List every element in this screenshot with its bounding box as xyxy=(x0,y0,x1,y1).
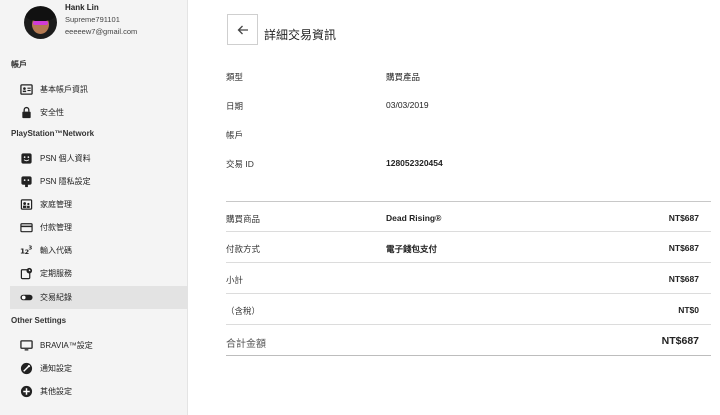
payment-method: 電子錢包支付 xyxy=(386,244,438,254)
toggle-icon xyxy=(20,291,33,304)
profile-online-id: Supreme791101 xyxy=(65,15,120,24)
account-label: 帳戶 xyxy=(226,130,244,140)
sidebar-item-label: 交易紀錄 xyxy=(40,293,72,302)
notification-icon xyxy=(20,362,33,375)
product-label: 購買商品 xyxy=(226,214,261,224)
tax-row: （含稅） NT$0 xyxy=(226,294,711,325)
sidebar-item-label: PSN 隱私設定 xyxy=(40,177,91,186)
sidebar-item-subscriptions[interactable]: 定期服務 xyxy=(10,262,188,285)
sidebar-item-psn-privacy[interactable]: PSN 隱私設定 xyxy=(10,170,188,193)
subtotal-label: 小計 xyxy=(226,275,244,285)
sidebar: Hank Lin Supreme791101 eeeeew7@gmail.com… xyxy=(0,0,188,415)
sidebar-item-label: 通知設定 xyxy=(40,364,72,373)
total-row: 合計金額 NT$687 xyxy=(226,325,711,356)
date-value: 03/03/2019 xyxy=(386,100,429,110)
sidebar-item-label: 定期服務 xyxy=(40,269,72,278)
arrow-left-icon xyxy=(236,23,250,37)
sidebar-item-label: BRAVIA™設定 xyxy=(40,341,93,350)
sidebar-item-label: 輸入代碼 xyxy=(40,246,72,255)
type-label: 類型 xyxy=(226,72,244,82)
payment-row: 付款方式 電子錢包支付 NT$687 xyxy=(226,232,711,263)
section-other: Other Settings xyxy=(11,316,67,325)
subtotal-row: 小計 NT$687 xyxy=(226,263,711,294)
tax-amount: NT$0 xyxy=(678,305,699,315)
tv-icon xyxy=(20,339,33,352)
avatar xyxy=(24,6,57,39)
id-card-icon xyxy=(20,83,33,96)
svg-text:3: 3 xyxy=(28,246,32,252)
section-account: 帳戶 xyxy=(11,60,27,69)
transaction-detail-panel: 詳細交易資訊 類型 購買產品 日期 03/03/2019 帳戶 交易 ID 12… xyxy=(188,0,720,415)
product-row: 購買商品 Dead Rising® NT$687 xyxy=(226,201,711,232)
profile-name: Hank Lin xyxy=(65,3,99,12)
sidebar-item-redeem-code[interactable]: 123 輸入代碼 xyxy=(10,239,188,262)
code-icon: 123 xyxy=(20,244,33,257)
total-amount: NT$687 xyxy=(661,335,699,347)
privacy-icon xyxy=(20,175,33,188)
sidebar-item-label: 付款管理 xyxy=(40,223,72,232)
section-psn: PlayStation™Network xyxy=(11,129,95,138)
page-title: 詳細交易資訊 xyxy=(264,28,337,42)
sidebar-item-family[interactable]: 家庭管理 xyxy=(10,193,188,216)
sidebar-item-notifications[interactable]: 通知設定 xyxy=(10,357,188,380)
transaction-id-value: 128052320454 xyxy=(386,158,443,168)
subtotal-amount: NT$687 xyxy=(668,274,699,284)
family-icon xyxy=(20,198,33,211)
payment-label: 付款方式 xyxy=(226,244,261,254)
sidebar-item-label: 其他設定 xyxy=(40,387,72,396)
subscription-icon xyxy=(20,267,33,280)
sidebar-item-bravia[interactable]: BRAVIA™設定 xyxy=(10,334,188,357)
total-label: 合計金額 xyxy=(226,339,266,350)
type-value: 購買產品 xyxy=(386,72,421,82)
back-button[interactable] xyxy=(227,14,258,45)
product-amount: NT$687 xyxy=(668,213,699,223)
sidebar-item-label: 安全性 xyxy=(40,108,64,117)
transaction-id-label: 交易 ID xyxy=(226,159,254,169)
sidebar-item-psn-profile[interactable]: PSN 個人資料 xyxy=(10,147,188,170)
sidebar-item-label: PSN 個人資料 xyxy=(40,154,91,163)
sidebar-item-payment[interactable]: 付款管理 xyxy=(10,216,188,239)
sidebar-item-label: 基本帳戶資訊 xyxy=(40,85,88,94)
sidebar-item-label: 家庭管理 xyxy=(40,200,72,209)
settings-icon xyxy=(20,385,33,398)
date-label: 日期 xyxy=(226,101,244,111)
sidebar-item-other-settings[interactable]: 其他設定 xyxy=(10,380,188,403)
smiley-icon xyxy=(20,152,33,165)
product-name: Dead Rising® xyxy=(386,213,442,223)
payment-amount: NT$687 xyxy=(668,243,699,253)
credit-card-icon xyxy=(20,221,33,234)
sidebar-item-transactions[interactable]: 交易紀錄 xyxy=(10,286,188,309)
sidebar-item-basic-info[interactable]: 基本帳戶資訊 xyxy=(10,78,188,101)
tax-label: （含稅） xyxy=(226,306,261,316)
sidebar-item-security[interactable]: 安全性 xyxy=(10,101,188,124)
profile-email: eeeeew7@gmail.com xyxy=(65,27,138,36)
profile-header: Hank Lin Supreme791101 eeeeew7@gmail.com xyxy=(0,0,188,50)
lock-icon xyxy=(20,106,33,119)
